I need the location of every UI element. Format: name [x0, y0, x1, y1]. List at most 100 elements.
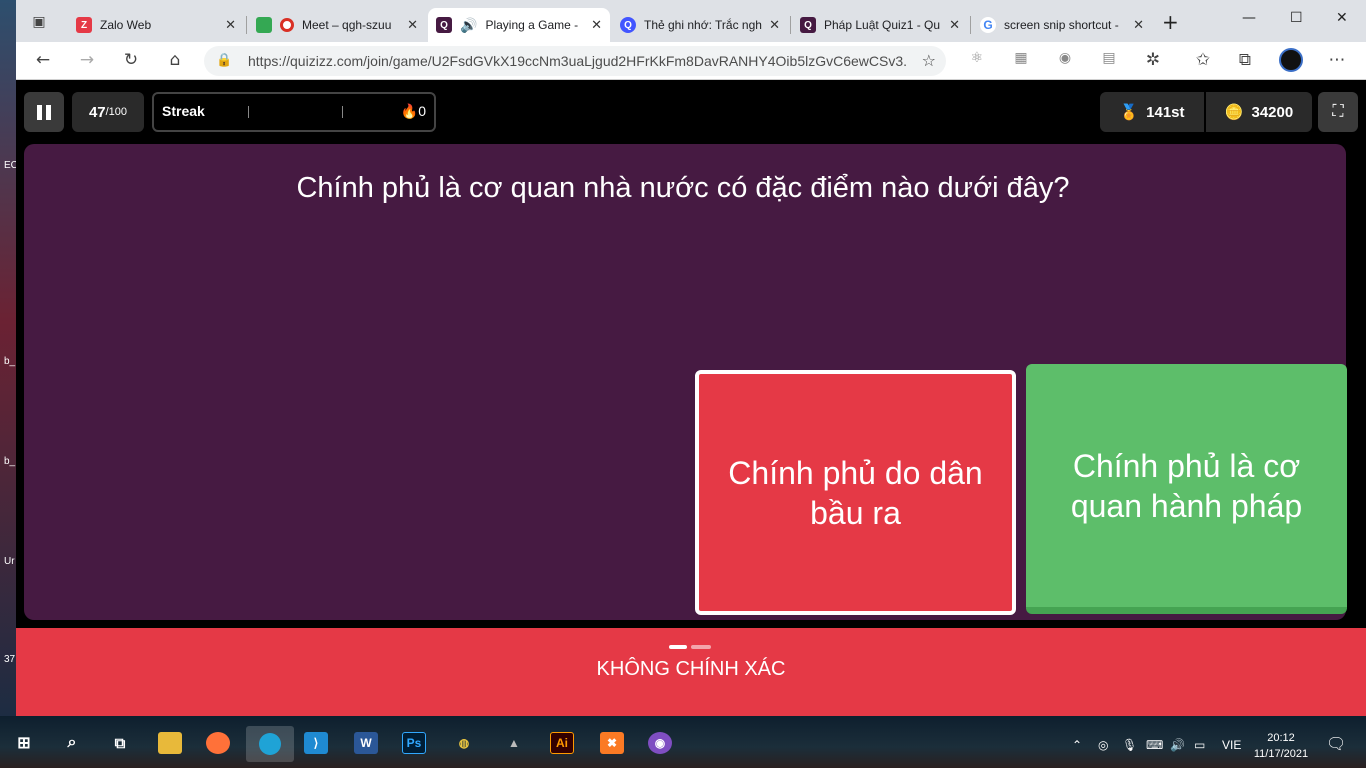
fullscreen-button[interactable]: ⛶ [1318, 92, 1358, 132]
corel-icon[interactable]: ◍ [452, 732, 476, 754]
start-icon[interactable]: ⊞ [12, 732, 36, 754]
close-icon[interactable]: ✕ [1133, 17, 1144, 33]
question-counter: 47/100 [72, 92, 144, 132]
home-icon[interactable]: ⌂ [164, 50, 186, 70]
close-icon[interactable]: ✕ [949, 17, 960, 33]
screenshot-icon[interactable]: ◉ [1054, 50, 1076, 66]
rank-badge: 🏅 141st [1100, 92, 1204, 132]
back-icon[interactable]: ← [32, 50, 54, 70]
tab-strip: ▣ Z Zalo Web ✕ Meet – qgh-szuu ✕ Q 🔊 Pla… [16, 0, 1366, 42]
task-view-icon[interactable]: ⧉ [108, 732, 132, 754]
tab-google[interactable]: G screen snip shortcut - ✕ [972, 8, 1152, 42]
pause-button[interactable] [24, 92, 64, 132]
progress-dots [669, 634, 715, 653]
tray-overflow-icon[interactable]: ⌃ [1072, 738, 1082, 752]
tab-title: screen snip shortcut - [1004, 18, 1119, 32]
pause-icon [46, 104, 51, 120]
close-icon[interactable]: ✕ [769, 17, 780, 33]
tab-actions-icon[interactable]: ▣ [28, 14, 50, 30]
screen: EC b_ b_ Ur 37 ▣ Z Zalo Web ✕ Meet – qgh… [0, 0, 1366, 768]
clock-date: 11/17/2021 [1253, 748, 1309, 760]
extensions-puzzle-icon[interactable]: ✲ [1142, 50, 1164, 70]
tab-title: Pháp Luật Quiz1 - Qu [824, 18, 941, 32]
extension-react-icon[interactable]: ⚛ [966, 50, 988, 66]
google-icon: G [980, 17, 996, 33]
tab-divider [246, 16, 247, 34]
question-number: 47 [88, 103, 106, 121]
extension-icon[interactable]: ▦ [1010, 50, 1032, 66]
firefox-icon[interactable] [206, 732, 230, 754]
fullscreen-icon: ⛶ [1332, 103, 1344, 120]
tab-quizlet[interactable]: Q Thẻ ghi nhớ: Trắc ngh ✕ [612, 8, 788, 42]
progress-dot [691, 645, 711, 649]
new-tab-button[interactable]: + [1162, 10, 1179, 34]
tab-title: Thẻ ghi nhớ: Trắc ngh [644, 18, 762, 32]
close-icon[interactable]: ✕ [407, 17, 418, 33]
tab-playing-game[interactable]: Q 🔊 Playing a Game - ✕ [428, 8, 610, 42]
desktop-edge: EC b_ b_ Ur 37 [0, 0, 18, 716]
edge-icon[interactable] [246, 726, 294, 762]
meet-icon [256, 17, 272, 33]
lock-icon[interactable]: 🔒 [216, 53, 232, 68]
question-text: Chính phủ là cơ quan nhà nước có đặc điể… [296, 172, 1070, 204]
desktop-label: b_ [4, 356, 16, 367]
tab-meet[interactable]: Meet – qgh-szuu ✕ [248, 8, 426, 42]
search-icon[interactable]: ⌕ [60, 732, 84, 754]
url-text[interactable]: https://quizizz.com/join/game/U2FsdGVkX1… [248, 53, 908, 69]
address-bar[interactable]: 🔒 https://quizizz.com/join/game/U2FsdGVk… [204, 46, 946, 76]
inkscape-icon[interactable]: ▲ [502, 732, 526, 754]
browser-window: ▣ Z Zalo Web ✕ Meet – qgh-szuu ✕ Q 🔊 Pla… [16, 0, 1366, 716]
streak-tick [248, 106, 249, 118]
extension-icon[interactable]: ▤ [1098, 50, 1120, 66]
github-icon[interactable]: ◉ [648, 732, 672, 754]
flame-icon: 🔥 [400, 103, 419, 119]
tab-title: Meet – qgh-szuu [302, 18, 392, 32]
volume-icon[interactable]: 🔊 [1170, 738, 1185, 752]
notifications-icon[interactable]: 🗨 [1326, 734, 1346, 754]
feedback-banner: KHÔNG CHÍNH XÁC [16, 628, 1366, 716]
photoshop-icon[interactable]: Ps [402, 732, 426, 754]
progress-dot [669, 645, 687, 649]
add-favorite-icon[interactable]: ☆ [922, 51, 936, 70]
language-indicator[interactable]: VIE [1222, 738, 1241, 752]
tab-title: Playing a Game - [485, 18, 579, 32]
taskbar: ⊞ ⌕ ⧉ ⟩ W Ps ◍ ▲ Ai ✖ ◉ ⌃ ◎ 🎙 ⌨ 🔊 ▭ VIE … [0, 716, 1366, 768]
close-icon[interactable]: ✕ [591, 17, 602, 33]
answer-option-selected[interactable]: Chính phủ do dân bầu ra [695, 370, 1016, 615]
speaker-icon[interactable]: 🔊 [460, 17, 477, 34]
word-icon[interactable]: W [354, 732, 378, 754]
feedback-text: KHÔNG CHÍNH XÁC [596, 658, 786, 680]
more-icon[interactable]: ⋯ [1326, 50, 1348, 70]
clock[interactable]: 20:12 11/17/2021 [1246, 730, 1316, 762]
refresh-icon[interactable]: ↻ [120, 50, 142, 70]
tab-phap-luat[interactable]: Q Pháp Luật Quiz1 - Qu ✕ [792, 8, 968, 42]
file-explorer-icon[interactable] [158, 732, 182, 754]
desktop-label: 37 [4, 654, 16, 665]
close-window-icon[interactable]: ✕ [1336, 10, 1348, 26]
illustrator-icon[interactable]: Ai [550, 732, 574, 754]
maximize-icon[interactable]: ☐ [1290, 10, 1303, 26]
rank-value: 141st [1146, 103, 1185, 121]
coins-value: 34200 [1251, 103, 1294, 121]
streak-count: 🔥0 [401, 103, 426, 120]
profile-avatar[interactable] [1279, 48, 1303, 72]
xampp-icon[interactable]: ✖ [600, 732, 624, 754]
desktop-label: b_ [4, 456, 16, 467]
collections-icon[interactable]: ⧉ [1234, 50, 1256, 70]
microphone-icon[interactable]: 🎙 [1122, 738, 1137, 752]
clock-time: 20:12 [1267, 732, 1295, 744]
network-icon[interactable]: ▭ [1194, 738, 1205, 752]
favorites-icon[interactable]: ✩ [1192, 50, 1214, 70]
minimize-icon[interactable]: — [1242, 10, 1256, 26]
coins-icon: 🪙 [1224, 104, 1244, 121]
streak-tick [342, 106, 343, 118]
close-icon[interactable]: ✕ [225, 17, 236, 33]
tab-zalo[interactable]: Z Zalo Web ✕ [68, 8, 244, 42]
answer-option-correct[interactable]: Chính phủ là cơ quan hành pháp [1026, 364, 1347, 614]
vscode-icon[interactable]: ⟩ [304, 732, 328, 754]
streak-label: Streak [162, 103, 205, 119]
input-method-icon[interactable]: ⌨ [1146, 738, 1163, 752]
streak-count-value: 0 [418, 103, 426, 119]
forward-icon[interactable]: → [76, 50, 98, 70]
tray-app-icon[interactable]: ◎ [1098, 738, 1108, 752]
